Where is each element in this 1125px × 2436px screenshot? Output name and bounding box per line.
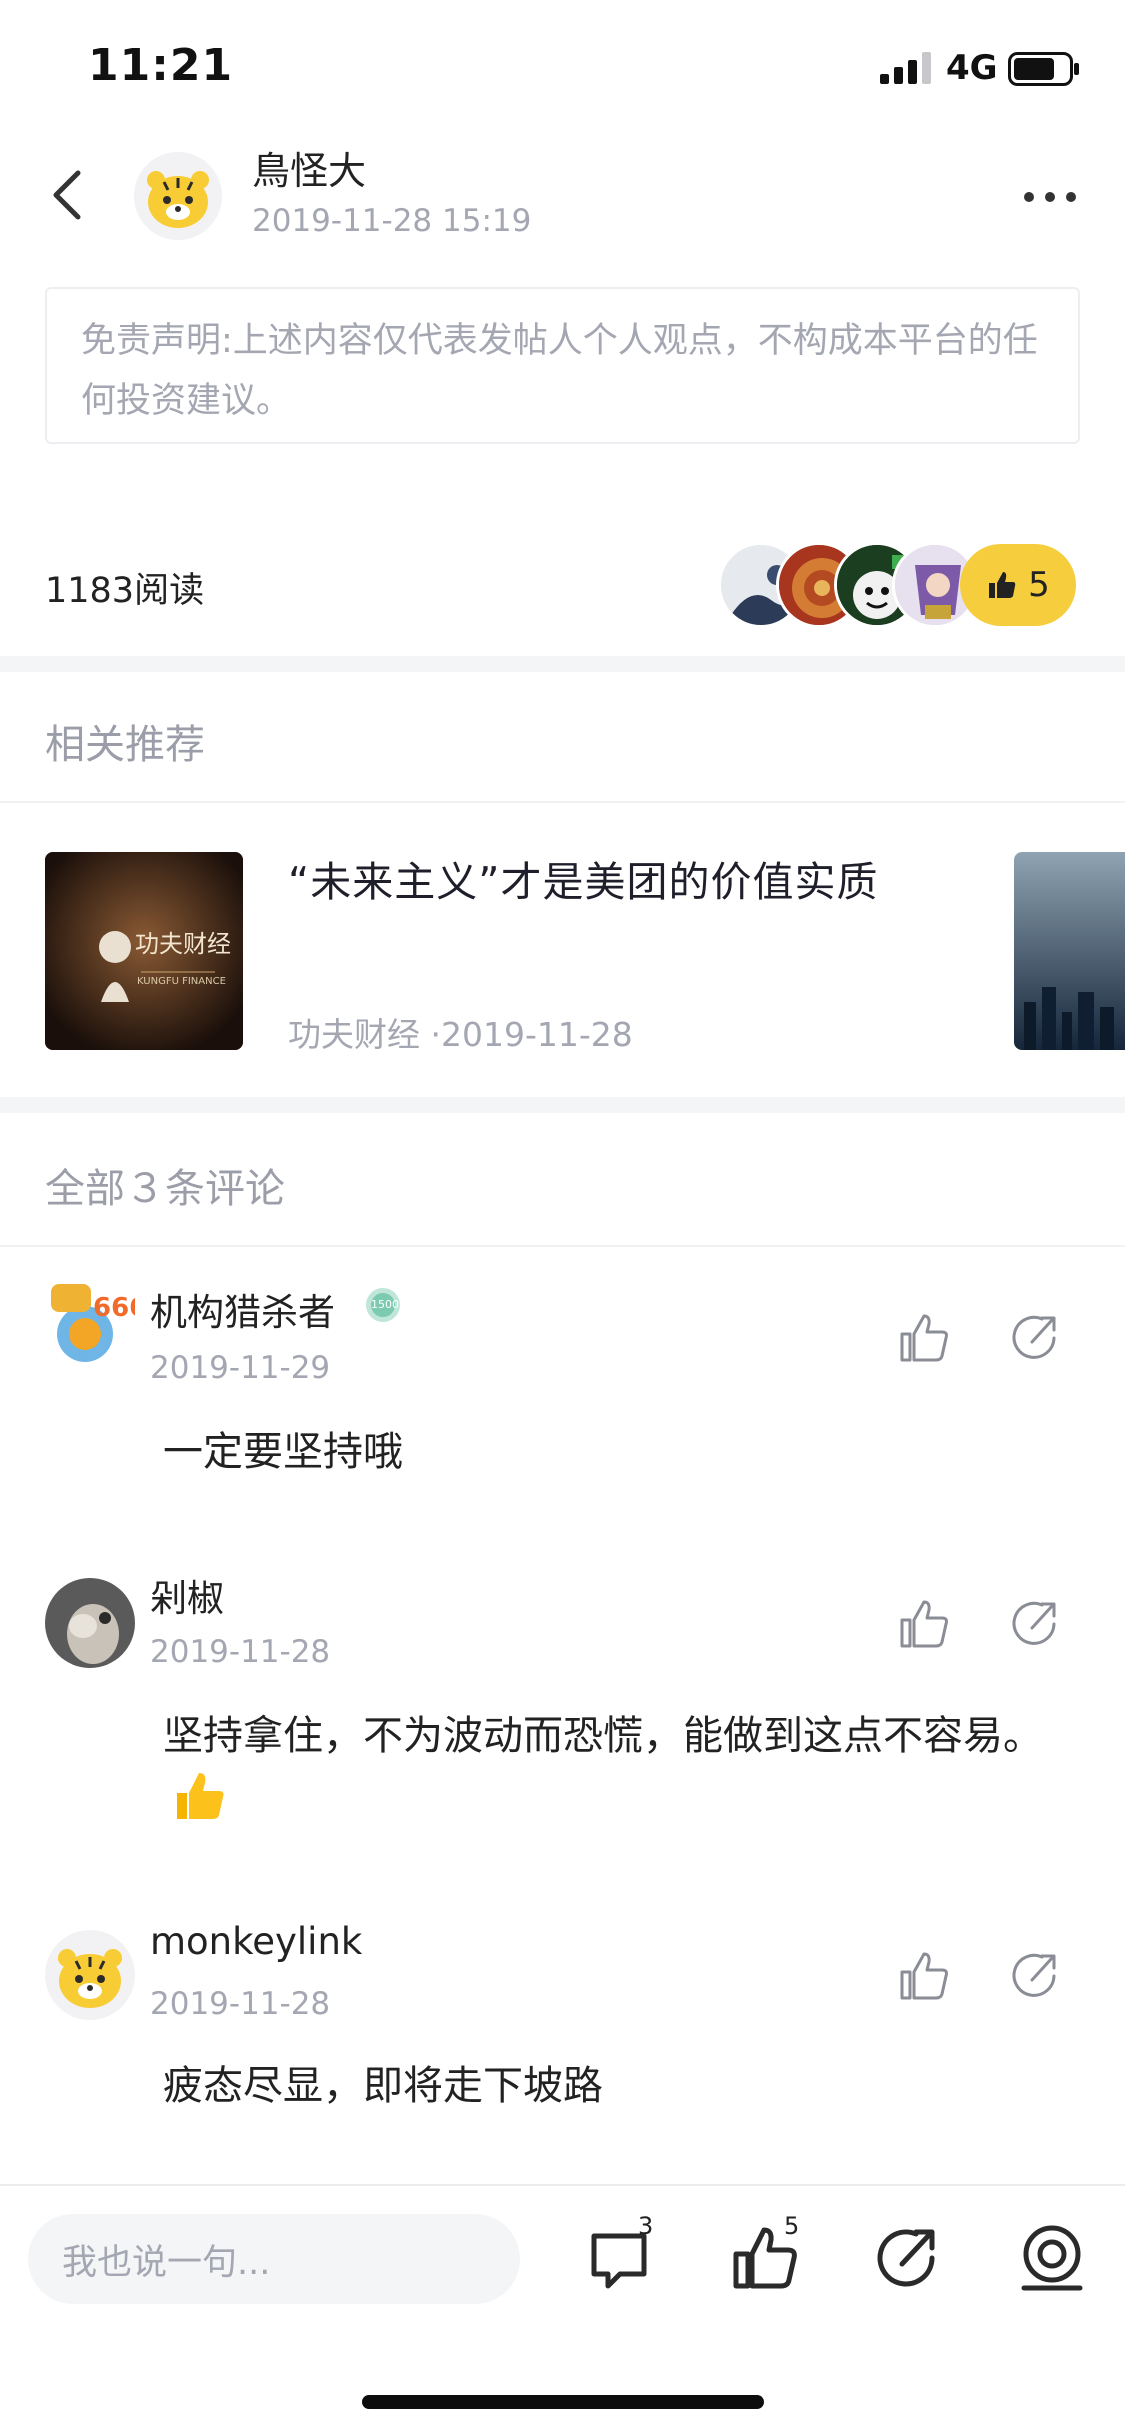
thumb-brand: 功夫财经 [135,930,231,958]
like-pill-count: 5 [1028,565,1050,605]
comment-share-icon[interactable] [1008,1310,1064,1366]
comment-avatar[interactable]: 666 [45,1278,135,1368]
back-icon[interactable] [44,165,94,225]
thumbs-up-icon [989,572,1016,598]
comment-avatar[interactable] [45,1578,135,1668]
comment-author[interactable]: monkeylink [150,1920,362,1963]
comment-date: 2019-11-28 [150,1986,331,2022]
section-divider [0,1097,1125,1113]
comments-section-title: 全部３条评论 [45,1166,285,1212]
status-time: 11:21 [88,40,234,91]
section-divider [0,656,1125,672]
comment-input-placeholder: 我也说一句... [62,2242,271,2283]
recommend-source: 功夫财经 [288,1015,420,1054]
signal-icon [880,52,931,84]
home-indicator[interactable] [362,2395,764,2409]
like-count: 5 [784,2212,800,2240]
comment-like-icon[interactable] [896,1310,952,1366]
comment-share-icon[interactable] [1008,1948,1064,2004]
comment-input[interactable]: 我也说一句... [28,2214,520,2304]
comment-author[interactable]: 剁椒 [150,1568,224,1622]
comment-avatar[interactable] [45,1930,135,2020]
thumbs-up-emoji-icon [177,1773,224,1819]
battery-icon [1008,52,1079,86]
like-pill-button[interactable]: 5 [960,544,1076,626]
comment-author[interactable]: 机构猎杀者 [150,1282,335,1336]
recommend-meta: 功夫财经 ·2019-11-28 [288,1008,633,1056]
author-name[interactable]: 鳥怪大 [252,140,366,195]
recommend-title[interactable]: “未来主义”才是美团的价值实质 [288,848,878,908]
divider-line [0,801,1125,803]
comment-like-icon[interactable] [896,1596,952,1652]
svg-text:666: 666 [93,1293,135,1323]
author-avatar[interactable] [134,152,222,240]
recommend-section-title: 相关推荐 [45,722,205,768]
reward-icon[interactable] [1016,2222,1088,2294]
recommend-thumbnail[interactable]: 功夫财经 KUNGFU FINANCE [45,852,243,1050]
level-badge: 1500 [364,1286,402,1324]
recommend-thumbnail-next[interactable] [1014,852,1125,1050]
share-icon[interactable] [872,2222,944,2294]
read-count: 1183阅读 [45,571,205,611]
comment-text: 坚持拿住，不为波动而恐慌，能做到这点不容易。 [163,1705,1083,1831]
recommend-date: ·2019-11-28 [430,1015,633,1054]
more-icon[interactable] [1022,190,1078,204]
thumb-brand-sub: KUNGFU FINANCE [137,976,226,987]
comment-date: 2019-11-29 [150,1350,331,1386]
comment-share-icon[interactable] [1008,1596,1064,1652]
divider-line [0,1245,1125,1247]
comment-text: 疲态尽显，即将走下坡路 [163,2063,603,2109]
network-label: 4G [946,48,998,88]
comment-like-icon[interactable] [896,1948,952,2004]
comment-text: 一定要坚持哦 [163,1429,403,1475]
comment-text-body: 坚持拿住，不为波动而恐慌，能做到这点不容易。 [163,1713,1043,1759]
liker-avatar-stack[interactable]: 5 [718,542,1076,628]
comment-date: 2019-11-28 [150,1634,331,1670]
comment-count: 3 [638,2212,654,2240]
disclaimer-text: 免责声明:上述内容仅代表发帖人个人观点，不构成本平台的任何投资建议。 [45,287,1080,444]
post-timestamp: 2019-11-28 15:19 [252,203,532,239]
